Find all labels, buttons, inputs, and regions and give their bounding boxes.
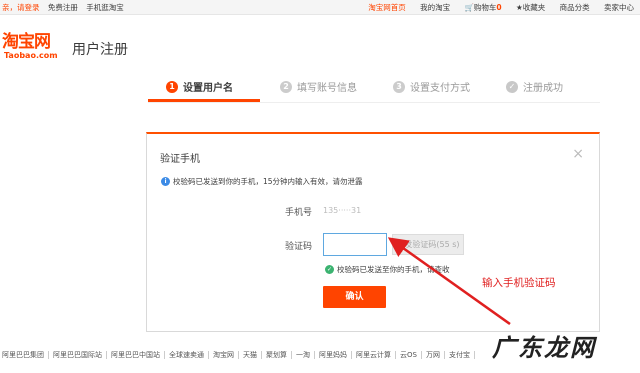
logo-cn: 淘宝网 (2, 32, 51, 52)
step-number: 1 (166, 80, 178, 93)
confirm-button[interactable]: 确认 (323, 286, 386, 308)
footer-link[interactable]: 阿里巴巴国际站 (49, 351, 107, 359)
mobile-taobao-link[interactable]: 手机逛淘宝 (86, 3, 124, 12)
top-nav-right: 淘宝网首页 我的淘宝 🛒购物车0 ★收藏夹 商品分类 卖家中心 (356, 2, 634, 13)
star-icon: ★ (515, 3, 523, 12)
resend-code-button[interactable]: 重发验证码(55 s) (392, 234, 464, 255)
success-check-icon: ✓ (325, 265, 334, 274)
categories-link[interactable]: 商品分类 (560, 3, 590, 12)
seller-center-link[interactable]: 卖家中心 (604, 3, 634, 12)
my-taobao-link[interactable]: 我的淘宝 (420, 3, 450, 12)
sms-notice-text: 校验码已发送到你的手机，15分钟内输入有效，请勿泄露 (173, 177, 363, 186)
logo-en: Taobao.com (4, 51, 58, 60)
step-label: 注册成功 (523, 83, 563, 94)
footer-link[interactable]: 支付宝 (444, 351, 475, 359)
cart-link[interactable]: 🛒购物车0 (465, 3, 502, 12)
favorites-label: 收藏夹 (522, 3, 546, 12)
home-link[interactable]: 淘宝网首页 (368, 3, 406, 12)
footer-link[interactable]: 阿里巴巴集团 (0, 351, 49, 359)
footer-link[interactable]: 淘宝网 (209, 351, 239, 359)
top-nav-left: 亲，请登录 免费注册 手机逛淘宝 (2, 2, 130, 13)
step-label: 设置用户名 (183, 83, 233, 94)
top-nav-bar: 亲，请登录 免费注册 手机逛淘宝 淘宝网首页 我的淘宝 🛒购物车0 ★收藏夹 商… (0, 0, 640, 15)
step-number: 2 (280, 80, 292, 93)
footer-link[interactable]: 聚划算 (262, 351, 292, 359)
step-label: 设置支付方式 (410, 83, 470, 94)
taobao-logo[interactable]: 淘宝网 Taobao.com (2, 33, 58, 60)
info-icon: i (161, 177, 170, 186)
step-payment: 3 设置支付方式 (393, 73, 470, 100)
annotation-text: 输入手机验证码 (482, 277, 556, 289)
step-label: 填写账号信息 (297, 83, 357, 94)
footer-link[interactable]: 一淘 (292, 351, 315, 359)
verification-code-input[interactable] (323, 233, 387, 256)
step-success: ✓ 注册成功 (506, 73, 563, 100)
footer-link[interactable]: 阿里妈妈 (315, 351, 352, 359)
check-icon: ✓ (506, 80, 518, 93)
phone-label: 手机号 (285, 208, 313, 218)
footer-link[interactable]: 云OS (396, 351, 422, 359)
code-label: 验证码 (285, 242, 313, 252)
footer-link[interactable]: 万网 (421, 351, 445, 359)
step-account-info: 2 填写账号信息 (280, 73, 357, 100)
active-step-indicator (148, 99, 260, 102)
step-number: 3 (393, 80, 405, 93)
cart-icon: 🛒 (464, 3, 474, 12)
page-title: 用户注册 (72, 42, 128, 58)
code-sent-message: ✓ 校验码已发送至你的手机，请查收 (325, 264, 450, 275)
sms-notice: i 校验码已发送到你的手机，15分钟内输入有效，请勿泄露 (161, 176, 363, 187)
cart-count: 0 (496, 3, 502, 12)
footer-link[interactable]: 全球速卖通 (165, 351, 209, 359)
dialog-title: 验证手机 (160, 154, 200, 165)
footer-link[interactable]: 阿里云计算 (352, 351, 396, 359)
favorites-link[interactable]: ★收藏夹 (516, 3, 545, 12)
watermark: 广东龙网 (492, 334, 596, 362)
step-set-username: 1 设置用户名 (166, 73, 233, 100)
close-icon[interactable]: × (572, 146, 584, 162)
register-link[interactable]: 免费注册 (48, 3, 78, 12)
cart-label: 购物车 (473, 3, 497, 12)
login-link[interactable]: 亲，请登录 (2, 3, 40, 12)
phone-number-value: 135·····31 (323, 206, 362, 215)
footer-link[interactable]: 天猫 (239, 351, 262, 359)
code-sent-text: 校验码已发送至你的手机，请查收 (337, 265, 450, 274)
registration-steps: 1 设置用户名 2 填写账号信息 3 设置支付方式 ✓ 注册成功 (148, 73, 600, 103)
footer-link[interactable]: 阿里巴巴中国站 (107, 351, 165, 359)
verify-phone-dialog: 验证手机 × i 校验码已发送到你的手机，15分钟内输入有效，请勿泄露 手机号 … (146, 132, 600, 332)
